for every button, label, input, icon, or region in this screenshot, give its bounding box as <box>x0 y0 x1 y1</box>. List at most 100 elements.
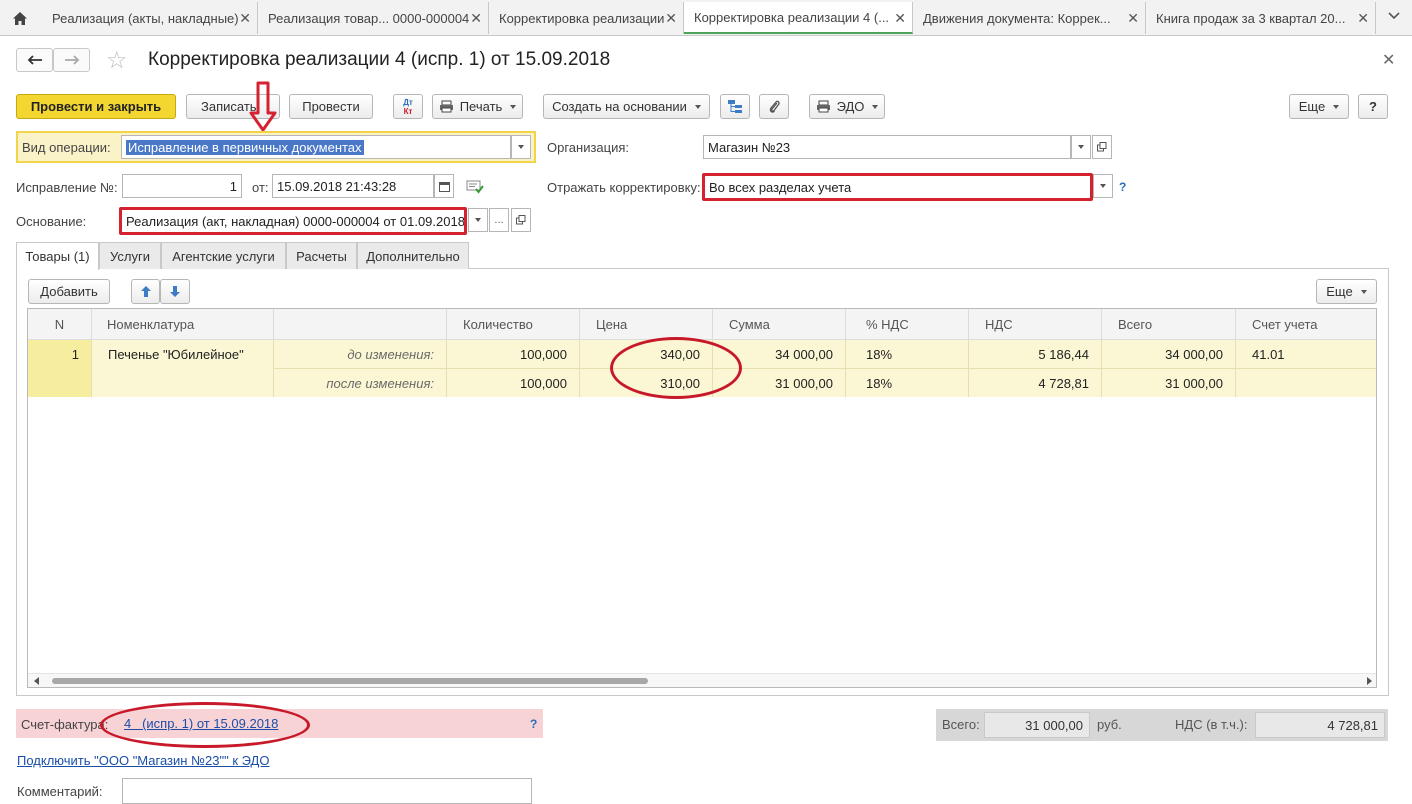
tab-label: Движения документа: Коррек... <box>923 10 1111 26</box>
calendar-button[interactable] <box>434 174 454 198</box>
row-number: 1 <box>28 340 92 397</box>
table-more-button[interactable]: Еще <box>1316 279 1377 304</box>
chevron-down-icon <box>1078 145 1084 149</box>
org-label: Организация: <box>547 140 630 155</box>
structure-button[interactable] <box>720 94 750 119</box>
comment-input[interactable] <box>122 778 532 804</box>
window-tab[interactable]: Движения документа: Коррек... ✕ <box>913 2 1146 34</box>
date-value: 15.09.2018 21:43:28 <box>277 178 397 194</box>
post-button[interactable]: Провести <box>289 94 373 119</box>
column-header[interactable] <box>274 309 447 340</box>
close-icon[interactable]: ✕ <box>1357 10 1369 27</box>
edo-label: ЭДО <box>836 99 865 114</box>
page-title: Корректировка реализации 4 (испр. 1) от … <box>148 49 611 70</box>
horizontal-scrollbar[interactable] <box>28 673 1376 687</box>
edo-connect-link[interactable]: Подключить "ООО "Магазин №23"" к ЭДО <box>17 753 269 768</box>
print-label: Печать <box>459 99 503 114</box>
reflect-field[interactable]: Во всех разделах учета <box>702 173 1093 201</box>
scrollbar-thumb[interactable] <box>52 678 648 684</box>
tab-label: Корректировка реализации 4 (... <box>694 9 890 25</box>
column-header[interactable]: Счет учета <box>1236 309 1376 340</box>
window-tab[interactable]: Корректировка реализации ✕ <box>489 2 684 34</box>
home-icon <box>13 11 27 25</box>
create-based-on-button[interactable]: Создать на основании <box>543 94 710 119</box>
column-header[interactable]: Цена <box>580 309 713 340</box>
org-field[interactable]: Магазин №23 <box>703 135 1071 159</box>
hierarchy-icon <box>728 100 742 113</box>
operation-label: Вид операции: <box>22 140 111 155</box>
tab-settlements[interactable]: Расчеты <box>286 242 357 269</box>
edo-button[interactable]: ЭДО <box>809 94 885 119</box>
scroll-left-icon <box>34 677 39 685</box>
reflect-help-icon[interactable]: ? <box>1119 180 1126 194</box>
after-account <box>1236 369 1376 397</box>
chevron-down-icon <box>510 104 517 109</box>
reflect-dropdown-button[interactable] <box>1093 174 1113 198</box>
annotation-arrow-icon <box>249 81 277 132</box>
post-and-close-button[interactable]: Провести и закрыть <box>16 94 176 119</box>
basis-select-button[interactable]: ... <box>489 208 509 232</box>
after-vat: 4 728,81 <box>969 369 1102 397</box>
close-icon[interactable]: ✕ <box>239 10 251 27</box>
open-icon <box>516 215 526 225</box>
org-dropdown-button[interactable] <box>1071 135 1091 159</box>
operation-dropdown-button[interactable] <box>511 135 531 159</box>
date-label: от: <box>252 180 269 195</box>
operation-field[interactable]: Исправление в первичных документах <box>121 135 511 159</box>
currency-label: руб. <box>1097 717 1122 732</box>
window-tab[interactable]: Реализация товар... 0000-000004 ✕ <box>258 2 489 34</box>
column-header[interactable]: Количество <box>447 309 580 340</box>
invoice-label: Счет-фактура: <box>21 717 109 732</box>
column-header[interactable]: Сумма <box>713 309 846 340</box>
print-button[interactable]: Печать <box>432 94 523 119</box>
column-header[interactable]: N <box>28 309 92 340</box>
help-button[interactable]: ? <box>1358 94 1388 119</box>
basis-dropdown-button[interactable] <box>468 208 488 232</box>
home-button[interactable] <box>4 4 36 32</box>
arrow-left-icon <box>27 55 42 65</box>
tab-label: Реализация (акты, накладные) <box>52 10 239 26</box>
attach-button[interactable] <box>759 94 789 119</box>
close-icon[interactable]: ✕ <box>470 10 482 27</box>
dt-kt-button[interactable]: Дт Кт <box>393 94 423 119</box>
tabs-menu-button[interactable] <box>1384 8 1404 28</box>
org-open-button[interactable] <box>1092 135 1112 159</box>
basis-label: Основание: <box>16 214 87 229</box>
tab-services[interactable]: Услуги <box>99 242 161 269</box>
tab-goods[interactable]: Товары (1) <box>16 242 99 270</box>
tab-agent-services[interactable]: Агентские услуги <box>161 242 286 269</box>
close-icon[interactable]: ✕ <box>1382 50 1395 70</box>
window-tab[interactable]: Книга продаж за 3 квартал 20... ✕ <box>1146 2 1376 34</box>
invoice-help-icon[interactable]: ? <box>530 717 537 731</box>
status-icon[interactable] <box>466 178 484 197</box>
column-header[interactable]: % НДС <box>846 309 969 340</box>
tab-label: Книга продаж за 3 квартал 20... <box>1156 10 1346 26</box>
open-icon <box>1097 142 1107 152</box>
correction-number-input[interactable]: 1 <box>122 174 242 198</box>
move-down-button[interactable] <box>160 279 190 304</box>
column-header[interactable]: Всего <box>1102 309 1236 340</box>
tab-additional[interactable]: Дополнительно <box>357 242 469 269</box>
close-icon[interactable]: ✕ <box>894 10 906 27</box>
close-icon[interactable]: ✕ <box>1127 10 1139 27</box>
move-up-button[interactable] <box>131 279 160 304</box>
column-header[interactable]: НДС <box>969 309 1102 340</box>
window-tab[interactable]: Реализация (акты, накладные) ✕ <box>42 2 258 34</box>
basis-open-button[interactable] <box>511 208 531 232</box>
forward-button[interactable] <box>53 48 90 72</box>
date-input[interactable]: 15.09.2018 21:43:28 <box>272 174 434 198</box>
calendar-icon <box>438 181 450 192</box>
chevron-down-icon <box>518 145 524 149</box>
add-row-button[interactable]: Добавить <box>28 279 110 304</box>
more-button[interactable]: Еще <box>1289 94 1349 119</box>
chevron-down-icon <box>1100 184 1106 188</box>
close-icon[interactable]: ✕ <box>665 10 677 27</box>
basis-field[interactable]: Реализация (акт, накладная) 0000-000004 … <box>119 207 467 235</box>
column-header[interactable]: Номенклатура <box>92 309 274 340</box>
back-button[interactable] <box>16 48 53 72</box>
dt-label: Дт <box>403 97 413 107</box>
total-label: Всего: <box>942 717 980 732</box>
star-icon[interactable]: ☆ <box>106 46 128 75</box>
operation-value: Исправление в первичных документах <box>126 139 364 155</box>
window-tab-active[interactable]: Корректировка реализации 4 (... ✕ <box>684 2 913 34</box>
